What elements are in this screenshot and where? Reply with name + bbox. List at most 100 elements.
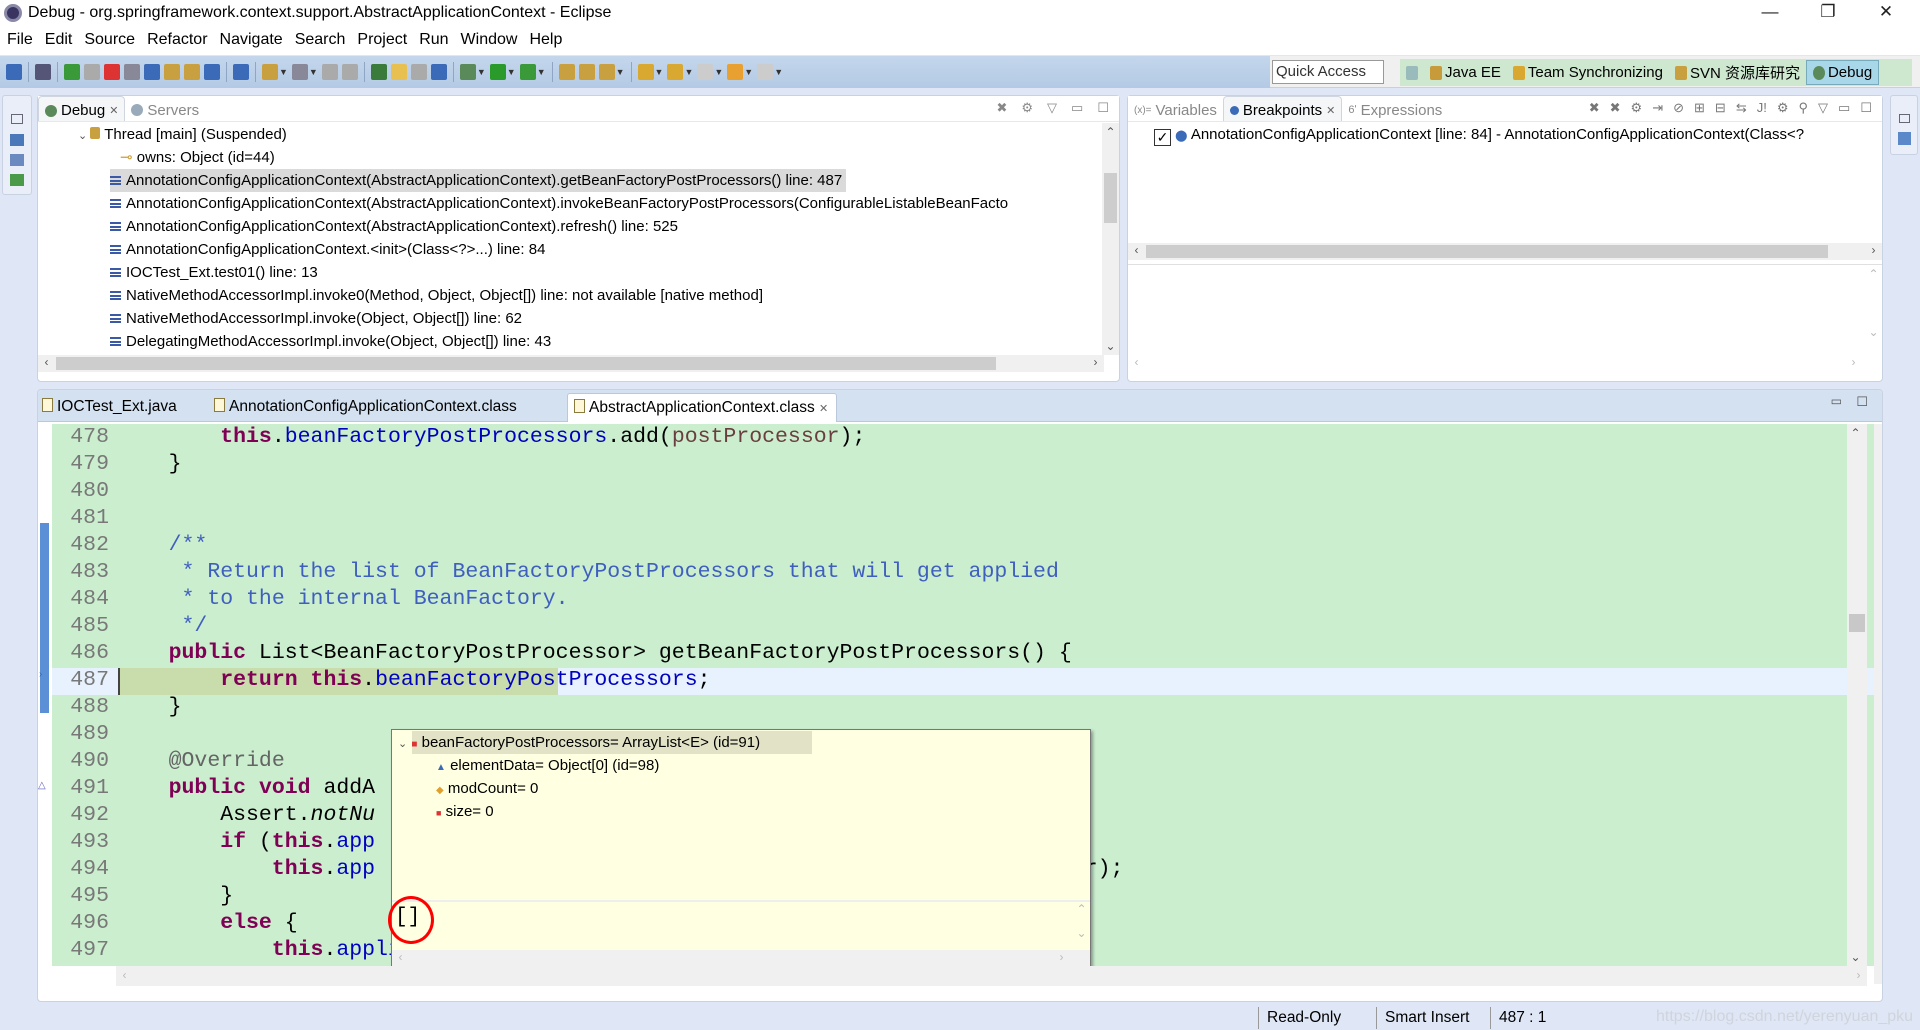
scroll-right-icon[interactable]: › — [1845, 355, 1862, 369]
perspective-debug[interactable]: Debug — [1805, 60, 1880, 85]
dropdown-arrow-icon[interactable]: ▼ — [774, 67, 783, 77]
scroll-thumb[interactable] — [1146, 245, 1828, 258]
forward-history-icon[interactable] — [757, 64, 774, 80]
debug-perspective-icon[interactable] — [6, 64, 22, 80]
collapse-icon[interactable]: ⚙ — [1021, 100, 1033, 116]
scroll-up-icon[interactable]: ⌃ — [1102, 125, 1119, 139]
stack-frame[interactable]: AnnotationConfigApplicationContext(Abstr… — [110, 169, 847, 192]
dropdown-arrow-icon[interactable]: ▼ — [537, 67, 546, 77]
new-wizard-icon[interactable] — [262, 64, 278, 80]
restore-icon[interactable] — [1899, 114, 1910, 123]
remove-breakpoint-icon[interactable]: ✖ — [1589, 100, 1600, 116]
terminate-icon[interactable] — [104, 64, 120, 80]
perspective-svn[interactable]: SVN 资源库研究 — [1669, 62, 1806, 83]
scroll-left-icon[interactable]: ‹ — [1128, 355, 1145, 369]
tab-breakpoints[interactable]: Breakpoints ✕ — [1222, 96, 1343, 121]
suspend-icon[interactable] — [84, 64, 100, 80]
link-with-debug-icon[interactable]: ⇆ — [1736, 100, 1747, 116]
dropdown-arrow-icon[interactable]: ▼ — [507, 67, 516, 77]
drop-to-frame-icon[interactable] — [204, 64, 220, 80]
menu-source[interactable]: Source — [77, 28, 140, 49]
collapse-all-icon[interactable]: ⊟ — [1715, 100, 1726, 116]
open-folder-icon[interactable] — [558, 64, 575, 80]
close-tab-icon[interactable]: ✕ — [819, 403, 828, 415]
tab-servers[interactable]: Servers — [125, 96, 205, 121]
editor-vertical-scrollbar[interactable]: ⌃ ⌄ — [1847, 424, 1867, 966]
root-variable[interactable]: ⌄ ■ beanFactoryPostProcessors= ArrayList… — [398, 731, 760, 754]
next-annotation-icon[interactable] — [637, 64, 654, 80]
menu-navigate[interactable]: Navigate — [213, 28, 288, 49]
breakpoint-detail-pane[interactable]: ⌃ ⌄ ‹ › — [1128, 264, 1882, 381]
dropdown-arrow-icon[interactable]: ▼ — [714, 67, 723, 77]
close-tab-icon[interactable]: ✕ — [1326, 104, 1335, 117]
menu-search[interactable]: Search — [288, 28, 351, 49]
toggle-breadcrumb-icon[interactable] — [410, 64, 427, 80]
minimize-view-icon[interactable]: ▭ — [1071, 100, 1083, 116]
remove-terminated-icon[interactable]: ✖ — [996, 100, 1007, 116]
maximize-view-icon[interactable]: ☐ — [1097, 100, 1109, 116]
vertical-scrollbar[interactable]: ⌃ ⌄ — [1102, 123, 1119, 355]
dropdown-arrow-icon[interactable]: ▼ — [279, 67, 288, 77]
skip-all-icon[interactable]: ⊘ — [1673, 100, 1684, 116]
minimize-view-icon[interactable]: ▭ — [1838, 100, 1850, 116]
scroll-thumb[interactable] — [1104, 173, 1117, 223]
monitor-node[interactable]: ⊸ owns: Object (id=44) — [120, 146, 275, 169]
minimize-button[interactable]: — — [1750, 2, 1790, 26]
group-by-icon[interactable]: ⚙ — [1777, 100, 1789, 116]
tab-abstractappcontext-class[interactable]: AbstractApplicationContext.class ✕ — [567, 393, 838, 422]
forward-icon[interactable] — [727, 64, 744, 80]
scroll-thumb[interactable] — [56, 357, 996, 370]
chevron-down-icon[interactable]: ⌄ — [78, 130, 90, 142]
thread-node[interactable]: ⌄ Thread [main] (Suspended) — [78, 123, 287, 146]
close-button[interactable]: ✕ — [1866, 2, 1906, 26]
breakpoint-item[interactable]: ✓ ⬤ AnnotationConfigApplicationContext [… — [1154, 123, 1804, 146]
perspective-team-sync[interactable]: Team Synchronizing — [1507, 64, 1669, 81]
scroll-up-icon[interactable]: ⌃ — [1073, 902, 1090, 916]
chevron-down-icon[interactable]: ⌄ — [398, 738, 407, 750]
resume-icon[interactable] — [64, 64, 80, 80]
dropdown-arrow-icon[interactable]: ▼ — [477, 67, 486, 77]
show-whitespace-icon[interactable] — [430, 64, 447, 80]
stack-frame[interactable]: AnnotationConfigApplicationContext(Abstr… — [110, 215, 678, 238]
child-variable[interactable]: ◆ modCount= 0 — [436, 777, 538, 800]
stack-frame[interactable]: NativeMethodAccessorImpl.invoke0(Method,… — [110, 284, 763, 307]
scroll-right-icon[interactable]: › — [1087, 355, 1104, 369]
scroll-right-icon[interactable]: › — [1053, 950, 1070, 964]
search-icon[interactable] — [598, 64, 615, 80]
scroll-down-icon[interactable]: ⌄ — [1847, 950, 1864, 964]
tab-expressions[interactable]: 6ʹ Expressions — [1342, 96, 1448, 121]
open-type-icon[interactable] — [370, 64, 387, 80]
child-variable[interactable]: ■ size= 0 — [436, 800, 494, 823]
scroll-right-icon[interactable]: › — [1850, 968, 1867, 982]
java-exception-icon[interactable]: J! — [1757, 100, 1767, 116]
dropdown-arrow-icon[interactable]: ▼ — [684, 67, 693, 77]
dropdown-arrow-icon[interactable]: ▼ — [744, 67, 753, 77]
editor-horizontal-scrollbar[interactable]: ‹ › — [116, 966, 1867, 986]
console-icon[interactable] — [10, 134, 24, 146]
expand-all-icon[interactable]: ⊞ — [1694, 100, 1705, 116]
breakpoint-props-icon[interactable]: ⚲ — [1799, 100, 1809, 116]
new-java-icon[interactable] — [291, 64, 308, 80]
view-menu-icon[interactable]: ▽ — [1047, 100, 1057, 116]
horizontal-scrollbar[interactable]: ‹ › — [38, 355, 1104, 372]
display-icon[interactable] — [10, 174, 24, 186]
minimize-editor-icon[interactable]: ▭ — [1831, 394, 1842, 408]
breakpoint-checkbox[interactable]: ✓ — [1154, 129, 1171, 146]
scroll-up-icon[interactable]: ⌃ — [1847, 426, 1864, 440]
menu-run[interactable]: Run — [412, 28, 453, 49]
tasks-icon[interactable] — [10, 154, 24, 166]
tab-debug[interactable]: Debug ✕ — [38, 96, 126, 121]
open-perspective-button[interactable] — [1400, 65, 1424, 80]
menu-help[interactable]: Help — [522, 28, 567, 49]
close-tab-icon[interactable]: ✕ — [109, 104, 118, 117]
disconnect-icon[interactable] — [124, 64, 140, 80]
quick-access-input[interactable]: Quick Access — [1272, 60, 1384, 84]
scroll-up-icon[interactable]: ⌃ — [1865, 267, 1882, 281]
scroll-down-icon[interactable]: ⌄ — [1102, 339, 1119, 353]
link-icon[interactable]: ⚙ — [1631, 100, 1643, 116]
scroll-down-icon[interactable]: ⌄ — [1865, 325, 1882, 339]
stack-frame[interactable]: IOCTest_Ext.test01() line: 13 — [110, 261, 318, 284]
scroll-left-icon[interactable]: ‹ — [392, 950, 409, 964]
skip-breakpoints-icon[interactable] — [35, 64, 51, 80]
step-return-icon[interactable] — [184, 64, 200, 80]
